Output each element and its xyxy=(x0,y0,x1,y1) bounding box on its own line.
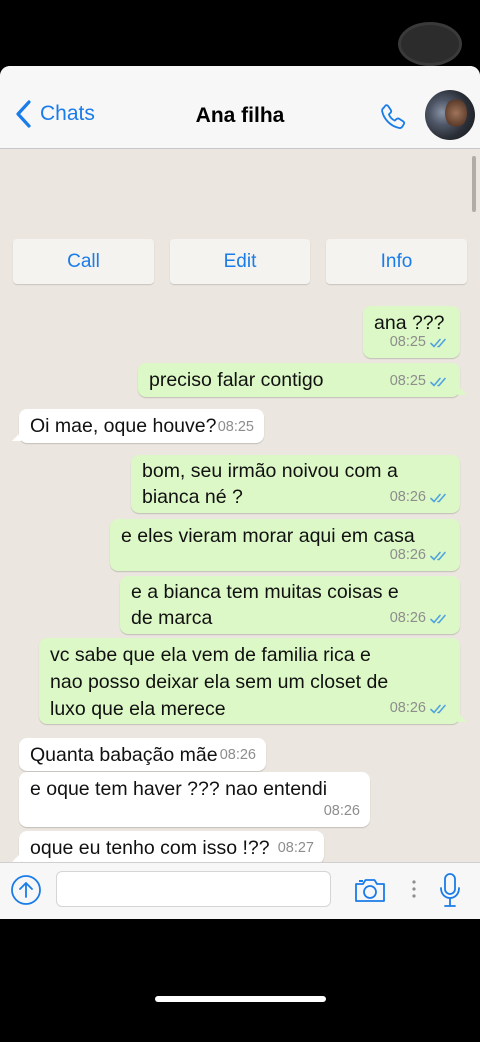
message-bubble-incoming[interactable]: Oi mae, oque houve? 08:25 xyxy=(12,409,264,443)
message-bubble-outgoing[interactable]: vc sabe que ela vem de familia rica e nao… xyxy=(39,638,467,724)
message-meta: 08:25 xyxy=(218,415,254,440)
message-text: e eles vieram morar aqui em casa xyxy=(121,525,415,547)
message-bubble-outgoing[interactable]: ana ??? 08:25 xyxy=(363,306,460,358)
message-text: e a bianca tem muitas coisas e de marca xyxy=(131,581,399,629)
message-bubble-outgoing[interactable]: bom, seu irmão noivou com a bianca né ? 0… xyxy=(131,455,460,513)
message-meta: 08:25 xyxy=(390,369,450,394)
message-text: preciso falar contigo xyxy=(149,369,324,391)
scrollbar[interactable] xyxy=(472,156,476,212)
message-text: Quanta babação mãe xyxy=(30,744,218,766)
message-bubble-incoming[interactable]: e oque tem haver ??? nao entendi 08:26 xyxy=(19,772,370,827)
double-check-icon xyxy=(430,551,446,561)
message-time: 08:25 xyxy=(217,419,254,435)
message-bubble-outgoing[interactable]: e eles vieram morar aqui em casa 08:26 xyxy=(110,519,460,571)
message-time: 08:27 xyxy=(277,840,314,856)
message-time: 08:26 xyxy=(389,700,426,716)
message-text: vc sabe que ela vem de familia rica e nao… xyxy=(50,644,389,720)
message-time: 08:26 xyxy=(323,803,360,819)
message-input[interactable] xyxy=(56,871,331,907)
double-check-icon xyxy=(430,338,446,348)
double-check-icon xyxy=(430,493,446,503)
message-time: 08:26 xyxy=(389,489,426,505)
message-meta: 08:25 xyxy=(390,330,450,355)
chat-screen: Chats Ana filha Call Edit Info ana ??? 0… xyxy=(0,66,480,919)
message-meta: 08:27 xyxy=(278,836,314,861)
message-time: 08:25 xyxy=(389,334,426,350)
share-icon[interactable] xyxy=(10,874,42,906)
message-time: 08:25 xyxy=(389,373,426,389)
more-dots-icon[interactable] xyxy=(411,879,417,899)
avatar[interactable] xyxy=(425,90,475,140)
message-text: bom, seu irmão noivou com a bianca né ? xyxy=(142,460,398,508)
chat-header: Chats Ana filha xyxy=(0,66,480,149)
home-indicator[interactable] xyxy=(155,996,326,1002)
message-bubble-outgoing[interactable]: preciso falar contigo 08:25 xyxy=(138,363,467,397)
message-meta: 08:26 xyxy=(390,606,450,631)
double-check-icon xyxy=(430,704,446,714)
message-time: 08:26 xyxy=(219,747,256,763)
microphone-icon[interactable] xyxy=(438,871,462,909)
front-camera xyxy=(398,22,462,66)
message-time: 08:26 xyxy=(389,610,426,626)
message-meta: 08:26 xyxy=(324,799,360,824)
message-text: e oque tem haver ??? nao entendi xyxy=(30,778,328,800)
message-time: 08:26 xyxy=(389,547,426,563)
message-bubble-incoming[interactable]: Quanta babação mãe 08:26 xyxy=(19,738,266,771)
double-check-icon xyxy=(430,377,446,387)
call-button[interactable]: Call xyxy=(13,239,154,284)
message-text: oque eu tenho com isso !?? xyxy=(30,837,270,859)
message-meta: 08:26 xyxy=(390,543,450,568)
message-bubble-outgoing[interactable]: e a bianca tem muitas coisas e de marca 0… xyxy=(120,576,460,634)
message-text: Oi mae, oque houve? xyxy=(30,415,217,437)
message-bubble-incoming[interactable]: oque eu tenho com isso !?? 08:27 xyxy=(12,831,324,864)
message-meta: 08:26 xyxy=(390,696,450,721)
phone-icon[interactable] xyxy=(377,101,409,133)
message-meta: 08:26 xyxy=(390,485,450,510)
info-button[interactable]: Info xyxy=(326,239,467,284)
camera-icon[interactable] xyxy=(353,874,387,906)
edit-button[interactable]: Edit xyxy=(170,239,310,284)
double-check-icon xyxy=(430,614,446,624)
message-composer xyxy=(0,862,480,919)
message-meta: 08:26 xyxy=(220,743,256,768)
